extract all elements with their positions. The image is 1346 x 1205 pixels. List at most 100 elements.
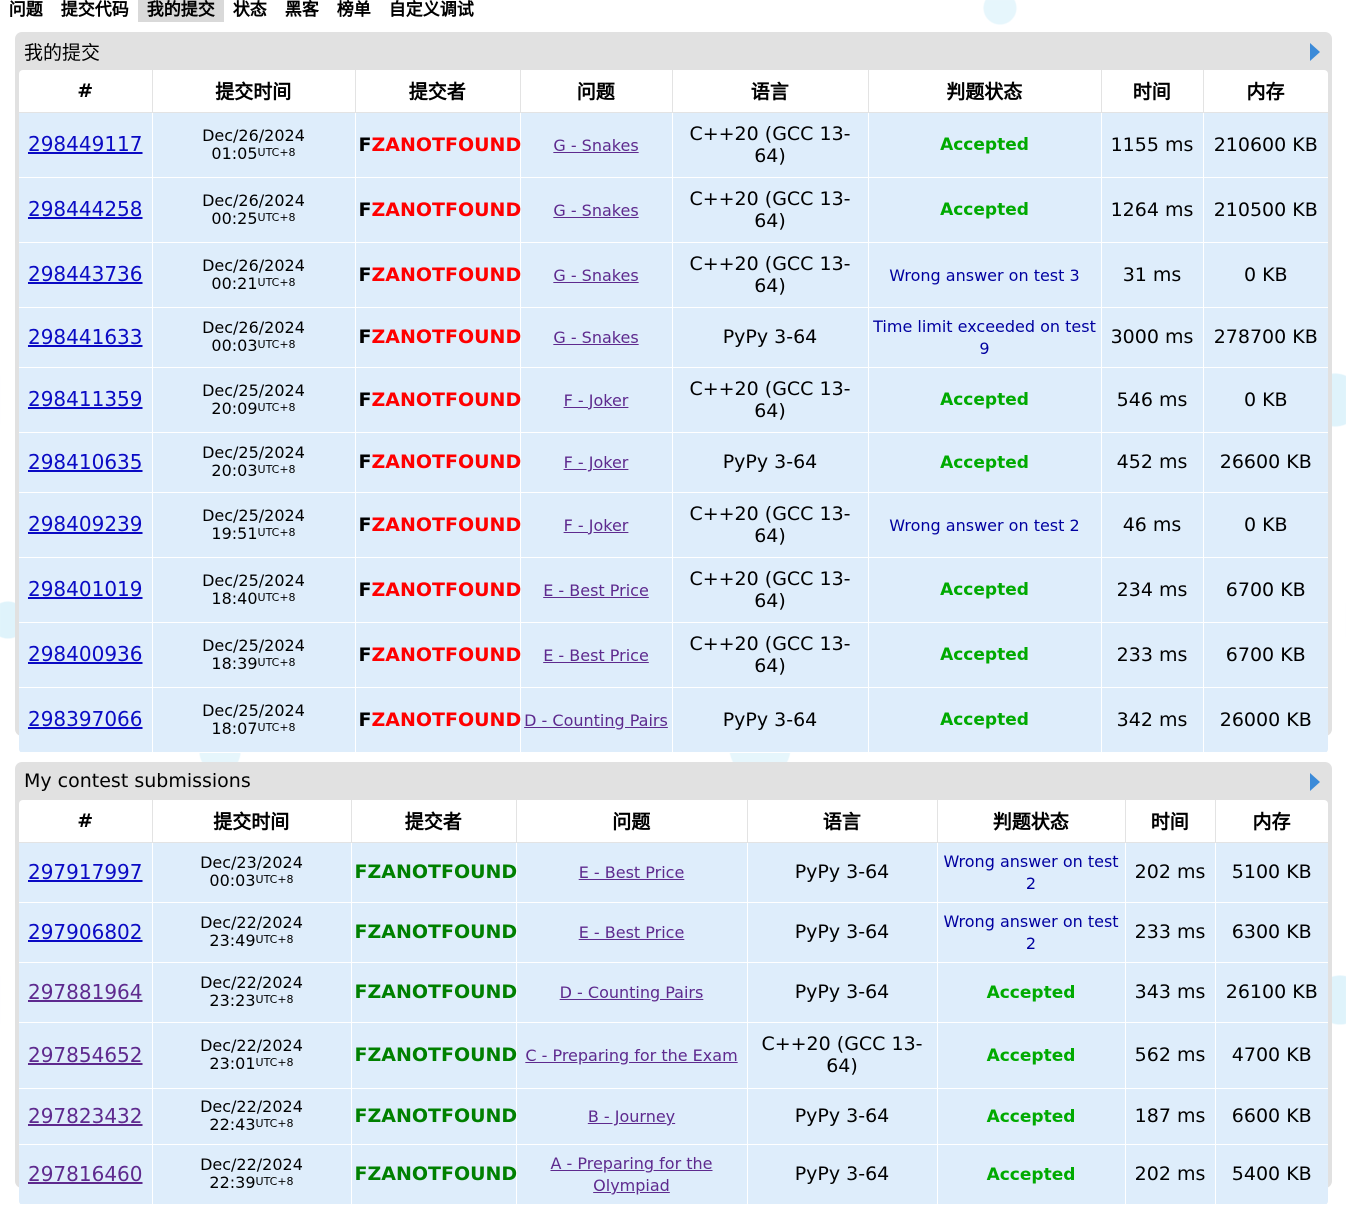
time-cell: 452 ms	[1101, 432, 1204, 493]
problem-link[interactable]: E - Best Price	[543, 581, 649, 600]
submitter-link[interactable]: FZANOTFOUND	[359, 579, 522, 601]
problem-cell: G - Snakes	[520, 177, 673, 243]
submission-id-link[interactable]: 297816460	[28, 1162, 143, 1186]
memory-cell: 0 KB	[1203, 492, 1328, 558]
submitter-first-letter: F	[358, 326, 372, 348]
submitter-cell: FZANOTFOUND	[351, 1022, 518, 1089]
expand-arrow-icon[interactable]	[1310, 773, 1320, 791]
submitter-link[interactable]: FZANOTFOUND	[359, 326, 522, 348]
problem-link[interactable]: B - Journey	[588, 1107, 675, 1126]
problem-cell: C - Preparing for the Exam	[516, 1022, 748, 1089]
column-header: 判题状态	[937, 800, 1126, 843]
submitter-first-letter: F	[358, 708, 372, 731]
submitter-link[interactable]: FZANOTFOUND	[355, 981, 518, 1003]
submitter-link[interactable]: FZANOTFOUND	[355, 1044, 518, 1066]
problem-link[interactable]: E - Best Price	[543, 646, 649, 665]
memory-cell: 210600 KB	[1203, 112, 1328, 178]
submitter-link[interactable]: FZANOTFOUND	[359, 134, 522, 156]
time-cell: 31 ms	[1101, 242, 1204, 308]
submission-id-link[interactable]: 297906802	[28, 920, 143, 944]
problem-link[interactable]: G - Snakes	[553, 328, 638, 347]
submit-clock: 00:21	[211, 273, 258, 293]
submit-clock: 18:07	[211, 718, 258, 738]
menu-item[interactable]: 问题	[0, 0, 52, 22]
submit-clock: 23:49	[209, 931, 256, 950]
submitter-link[interactable]: FZANOTFOUND	[359, 451, 522, 473]
problem-link[interactable]: G - Snakes	[553, 266, 638, 285]
submitter-link[interactable]: FZANOTFOUND	[359, 199, 522, 221]
menu-item[interactable]: 状态	[224, 0, 276, 22]
submit-clock: 22:39	[209, 1173, 256, 1192]
verdict-cell: Accepted	[937, 1088, 1126, 1145]
submit-date: Dec/22/2024	[200, 913, 303, 932]
table-row: 297917997 Dec/23/2024 00:03UTC+8 FZANOTFOUN…	[19, 842, 1328, 903]
menu-item[interactable]: 黑客	[276, 0, 328, 22]
memory-cell: 5100 KB	[1215, 842, 1328, 903]
problem-link[interactable]: C - Preparing for the Exam	[525, 1046, 737, 1065]
timezone-label: UTC+8	[257, 720, 296, 734]
problem-link[interactable]: E - Best Price	[579, 863, 685, 882]
problem-link[interactable]: F - Joker	[564, 453, 629, 472]
submission-id-link[interactable]: 297823432	[28, 1104, 143, 1128]
submission-id-link[interactable]: 298397066	[28, 707, 143, 731]
submit-time-cell: Dec/22/2024 23:23UTC+8	[152, 962, 352, 1023]
submit-time-cell: Dec/22/2024 22:39UTC+8	[152, 1144, 352, 1205]
submitter-link[interactable]: FZANOTFOUND	[355, 921, 518, 943]
top-menu: 问题 提交代码 我的提交 状态 黑客 榜单 自定义调试	[0, 0, 483, 22]
submission-id-link[interactable]: 298444258	[28, 197, 143, 221]
problem-cell: B - Journey	[516, 1088, 748, 1145]
problem-link[interactable]: F - Joker	[564, 516, 629, 535]
submission-id-link[interactable]: 298441633	[28, 325, 143, 349]
submission-id-link[interactable]: 297881964	[28, 980, 143, 1004]
language-cell: C++20 (GCC 13-64)	[747, 1022, 938, 1089]
submitter-first-letter: F	[358, 263, 372, 286]
verdict-text: Accepted	[940, 200, 1029, 220]
verdict-text: Accepted	[986, 1164, 1076, 1185]
problem-link[interactable]: D - Counting Pairs	[524, 711, 668, 730]
submitter-link[interactable]: FZANOTFOUND	[355, 1163, 518, 1185]
problem-link[interactable]: G - Snakes	[553, 136, 638, 155]
expand-arrow-icon[interactable]	[1310, 43, 1320, 61]
time-cell: 342 ms	[1101, 687, 1204, 753]
submitter-link[interactable]: FZANOTFOUND	[359, 709, 522, 731]
submission-id-link[interactable]: 297854652	[28, 1043, 143, 1067]
submitter-link[interactable]: FZANOTFOUND	[359, 389, 522, 411]
submitter-link[interactable]: FZANOTFOUND	[355, 861, 518, 883]
submission-id-link[interactable]: 298411359	[28, 387, 143, 411]
submission-id-link[interactable]: 298400936	[28, 642, 143, 666]
menu-item[interactable]: 榜单	[328, 0, 380, 22]
submitter-link[interactable]: FZANOTFOUND	[359, 264, 522, 286]
language-cell: PyPy 3-64	[747, 1144, 938, 1205]
time-cell: 546 ms	[1101, 367, 1204, 433]
menu-item[interactable]: 自定义调试	[380, 0, 483, 22]
problem-link[interactable]: D - Counting Pairs	[560, 983, 704, 1002]
panel-title: 我的提交	[24, 41, 101, 64]
submit-time-cell: Dec/25/2024 18:39UTC+8	[152, 622, 356, 688]
problem-cell: G - Snakes	[520, 112, 673, 178]
submitter-link[interactable]: FZANOTFOUND	[359, 514, 522, 536]
problem-link[interactable]: G - Snakes	[553, 201, 638, 220]
submitter-link[interactable]: FZANOTFOUND	[355, 1105, 518, 1127]
submission-id-link[interactable]: 298409239	[28, 512, 143, 536]
submitter-cell: FZANOTFOUND	[355, 367, 522, 433]
timezone-label: UTC+8	[257, 655, 296, 669]
submission-id-link[interactable]: 298401019	[28, 577, 143, 601]
verdict-cell: Accepted	[868, 557, 1102, 623]
menu-item[interactable]: 我的提交	[138, 0, 224, 22]
column-header: 判题状态	[868, 70, 1102, 113]
submission-id-link[interactable]: 298449117	[28, 132, 143, 156]
problem-link[interactable]: E - Best Price	[579, 923, 685, 942]
menu-item[interactable]: 提交代码	[52, 0, 138, 22]
submitter-cell: FZANOTFOUND	[351, 1088, 518, 1145]
submission-id-link[interactable]: 297917997	[28, 860, 143, 884]
problem-link[interactable]: F - Joker	[564, 391, 629, 410]
problem-link[interactable]: A - Preparing for the Olympiad	[550, 1154, 712, 1195]
submit-time-cell: Dec/23/2024 00:03UTC+8	[152, 842, 352, 903]
time-cell: 202 ms	[1125, 842, 1216, 903]
submit-time-cell: Dec/22/2024 23:49UTC+8	[152, 902, 352, 963]
my-submissions-panel: 我的提交 # 提交时间 提交者 问题 语言 判题状态 时间 内存 298449117 Dec/2…	[15, 32, 1332, 753]
submission-id-link[interactable]: 298443736	[28, 262, 143, 286]
verdict-cell: Wrong answer on test 2	[868, 492, 1102, 558]
submitter-link[interactable]: FZANOTFOUND	[359, 644, 522, 666]
submission-id-link[interactable]: 298410635	[28, 450, 143, 474]
